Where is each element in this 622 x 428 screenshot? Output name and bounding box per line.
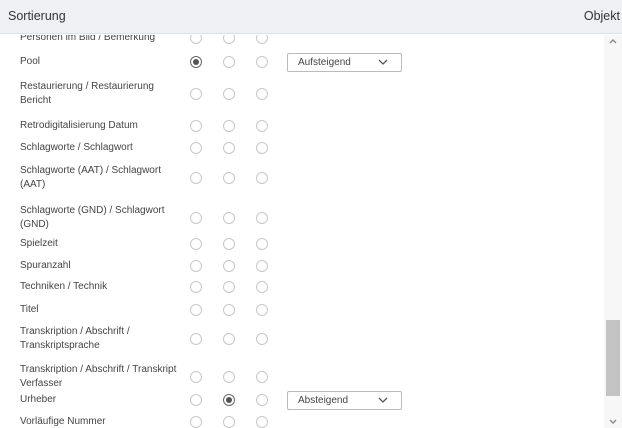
- sort-order-select[interactable]: Absteigend: [287, 391, 402, 410]
- sort-order-value: Aufsteigend: [298, 57, 351, 68]
- radio-option-2[interactable]: [223, 416, 235, 428]
- sort-row-label: Urheber: [20, 394, 57, 405]
- sort-row-label: Titel: [20, 303, 39, 315]
- sort-column-title: Sortierung: [8, 9, 66, 23]
- radio-option-1[interactable]: [190, 304, 202, 316]
- radio-option-1[interactable]: [190, 88, 202, 100]
- sort-row: Spielzeit: [0, 234, 604, 254]
- radio-option-1[interactable]: [190, 238, 202, 250]
- sort-row-label: Transkription / Abschrift / Transkriptsp…: [20, 326, 130, 351]
- radio-option-2[interactable]: [223, 35, 235, 44]
- radio-option-3[interactable]: [256, 371, 268, 383]
- radio-option-1[interactable]: [190, 172, 202, 184]
- sort-row-label: Schlagworte (GND) / Schlagwort (GND): [20, 205, 165, 230]
- sort-row: Restaurierung / Restaurierung Bericht: [0, 76, 604, 112]
- sort-row: Vorläufige Nummer: [0, 412, 604, 428]
- scroll-down-icon[interactable]: [608, 418, 618, 426]
- object-column-title: Objekt: [583, 9, 620, 23]
- sort-row: Pool Aufsteigend: [0, 51, 604, 72]
- radio-option-3[interactable]: [256, 333, 268, 345]
- sort-row: Personen im Bild / Bemerkung: [0, 35, 604, 47]
- radio-option-3[interactable]: [256, 35, 268, 44]
- sort-row-label: Schlagworte / Schlagwort: [20, 141, 133, 153]
- sort-row-label: Schlagworte (AAT) / Schlagwort (AAT): [20, 165, 161, 190]
- radio-option-2[interactable]: [223, 281, 235, 293]
- sort-row-label: Spielzeit: [20, 238, 58, 249]
- radio-option-2[interactable]: [223, 394, 235, 406]
- radio-option-1[interactable]: [190, 416, 202, 428]
- radio-option-1[interactable]: [190, 35, 202, 44]
- radio-option-3[interactable]: [256, 394, 268, 406]
- radio-option-1[interactable]: [190, 120, 202, 132]
- radio-option-1[interactable]: [190, 333, 202, 345]
- radio-option-2[interactable]: [223, 371, 235, 383]
- sort-list-viewport: Personen im Bild / Bemerkung Pool Aufsteig…: [0, 35, 622, 428]
- radio-option-3[interactable]: [256, 172, 268, 184]
- radio-option-1[interactable]: [190, 394, 202, 406]
- radio-option-1[interactable]: [190, 260, 202, 272]
- header-bar: Sortierung Objekt: [0, 0, 622, 34]
- radio-option-3[interactable]: [256, 142, 268, 154]
- sort-row: Schlagworte (GND) / Schlagwort (GND): [0, 200, 604, 236]
- radio-option-3[interactable]: [256, 281, 268, 293]
- radio-option-2[interactable]: [223, 238, 235, 250]
- radio-option-1[interactable]: [190, 56, 202, 68]
- chevron-down-icon: [378, 397, 388, 403]
- chevron-down-icon: [378, 59, 388, 65]
- radio-option-2[interactable]: [223, 120, 235, 132]
- radio-option-1[interactable]: [190, 142, 202, 154]
- radio-option-3[interactable]: [256, 260, 268, 272]
- radio-option-2[interactable]: [223, 88, 235, 100]
- sort-row: Transkription / Abschrift / Transkript V…: [0, 361, 604, 393]
- sort-row-label: Pool: [20, 55, 41, 67]
- radio-option-3[interactable]: [256, 238, 268, 250]
- radio-option-2[interactable]: [223, 260, 235, 272]
- radio-option-2[interactable]: [223, 142, 235, 154]
- sort-row-label: Techniken / Technik: [20, 281, 108, 292]
- radio-option-3[interactable]: [256, 416, 268, 428]
- sort-row-label: Spuranzahl: [20, 260, 71, 271]
- sort-row-label: Personen im Bild / Bemerkung: [20, 35, 156, 43]
- sort-row: Urheber Absteigend: [0, 390, 604, 410]
- sort-row-label: Transkription / Abschrift / Transkript V…: [20, 364, 177, 389]
- radio-option-1[interactable]: [190, 371, 202, 383]
- vertical-scrollbar[interactable]: [604, 35, 622, 428]
- sort-row: Techniken / Technik: [0, 277, 604, 297]
- radio-option-1[interactable]: [190, 212, 202, 224]
- sort-row-label: Retrodigitalisierung Datum: [20, 120, 138, 131]
- sort-row: Transkription / Abschrift / Transkriptsp…: [0, 321, 604, 357]
- radio-option-2[interactable]: [223, 56, 235, 68]
- sort-order-select[interactable]: Aufsteigend: [287, 53, 402, 72]
- scroll-up-icon[interactable]: [608, 37, 618, 45]
- sort-row-label: Vorläufige Nummer: [20, 416, 106, 427]
- sort-order-value: Absteigend: [298, 395, 349, 406]
- radio-option-3[interactable]: [256, 56, 268, 68]
- sort-row-label: Restaurierung / Restaurierung Bericht: [20, 81, 154, 106]
- sort-row: Titel: [0, 299, 604, 320]
- sort-row: Schlagworte / Schlagwort: [0, 137, 604, 158]
- radio-option-3[interactable]: [256, 120, 268, 132]
- radio-option-1[interactable]: [190, 281, 202, 293]
- radio-option-2[interactable]: [223, 333, 235, 345]
- radio-option-3[interactable]: [256, 212, 268, 224]
- sort-row: Retrodigitalisierung Datum: [0, 116, 604, 136]
- sort-row: Spuranzahl: [0, 256, 604, 276]
- radio-option-2[interactable]: [223, 304, 235, 316]
- scrollbar-thumb[interactable]: [606, 320, 620, 396]
- radio-option-2[interactable]: [223, 212, 235, 224]
- radio-option-2[interactable]: [223, 172, 235, 184]
- radio-option-3[interactable]: [256, 88, 268, 100]
- sort-row: Schlagworte (AAT) / Schlagwort (AAT): [0, 160, 604, 196]
- radio-option-3[interactable]: [256, 304, 268, 316]
